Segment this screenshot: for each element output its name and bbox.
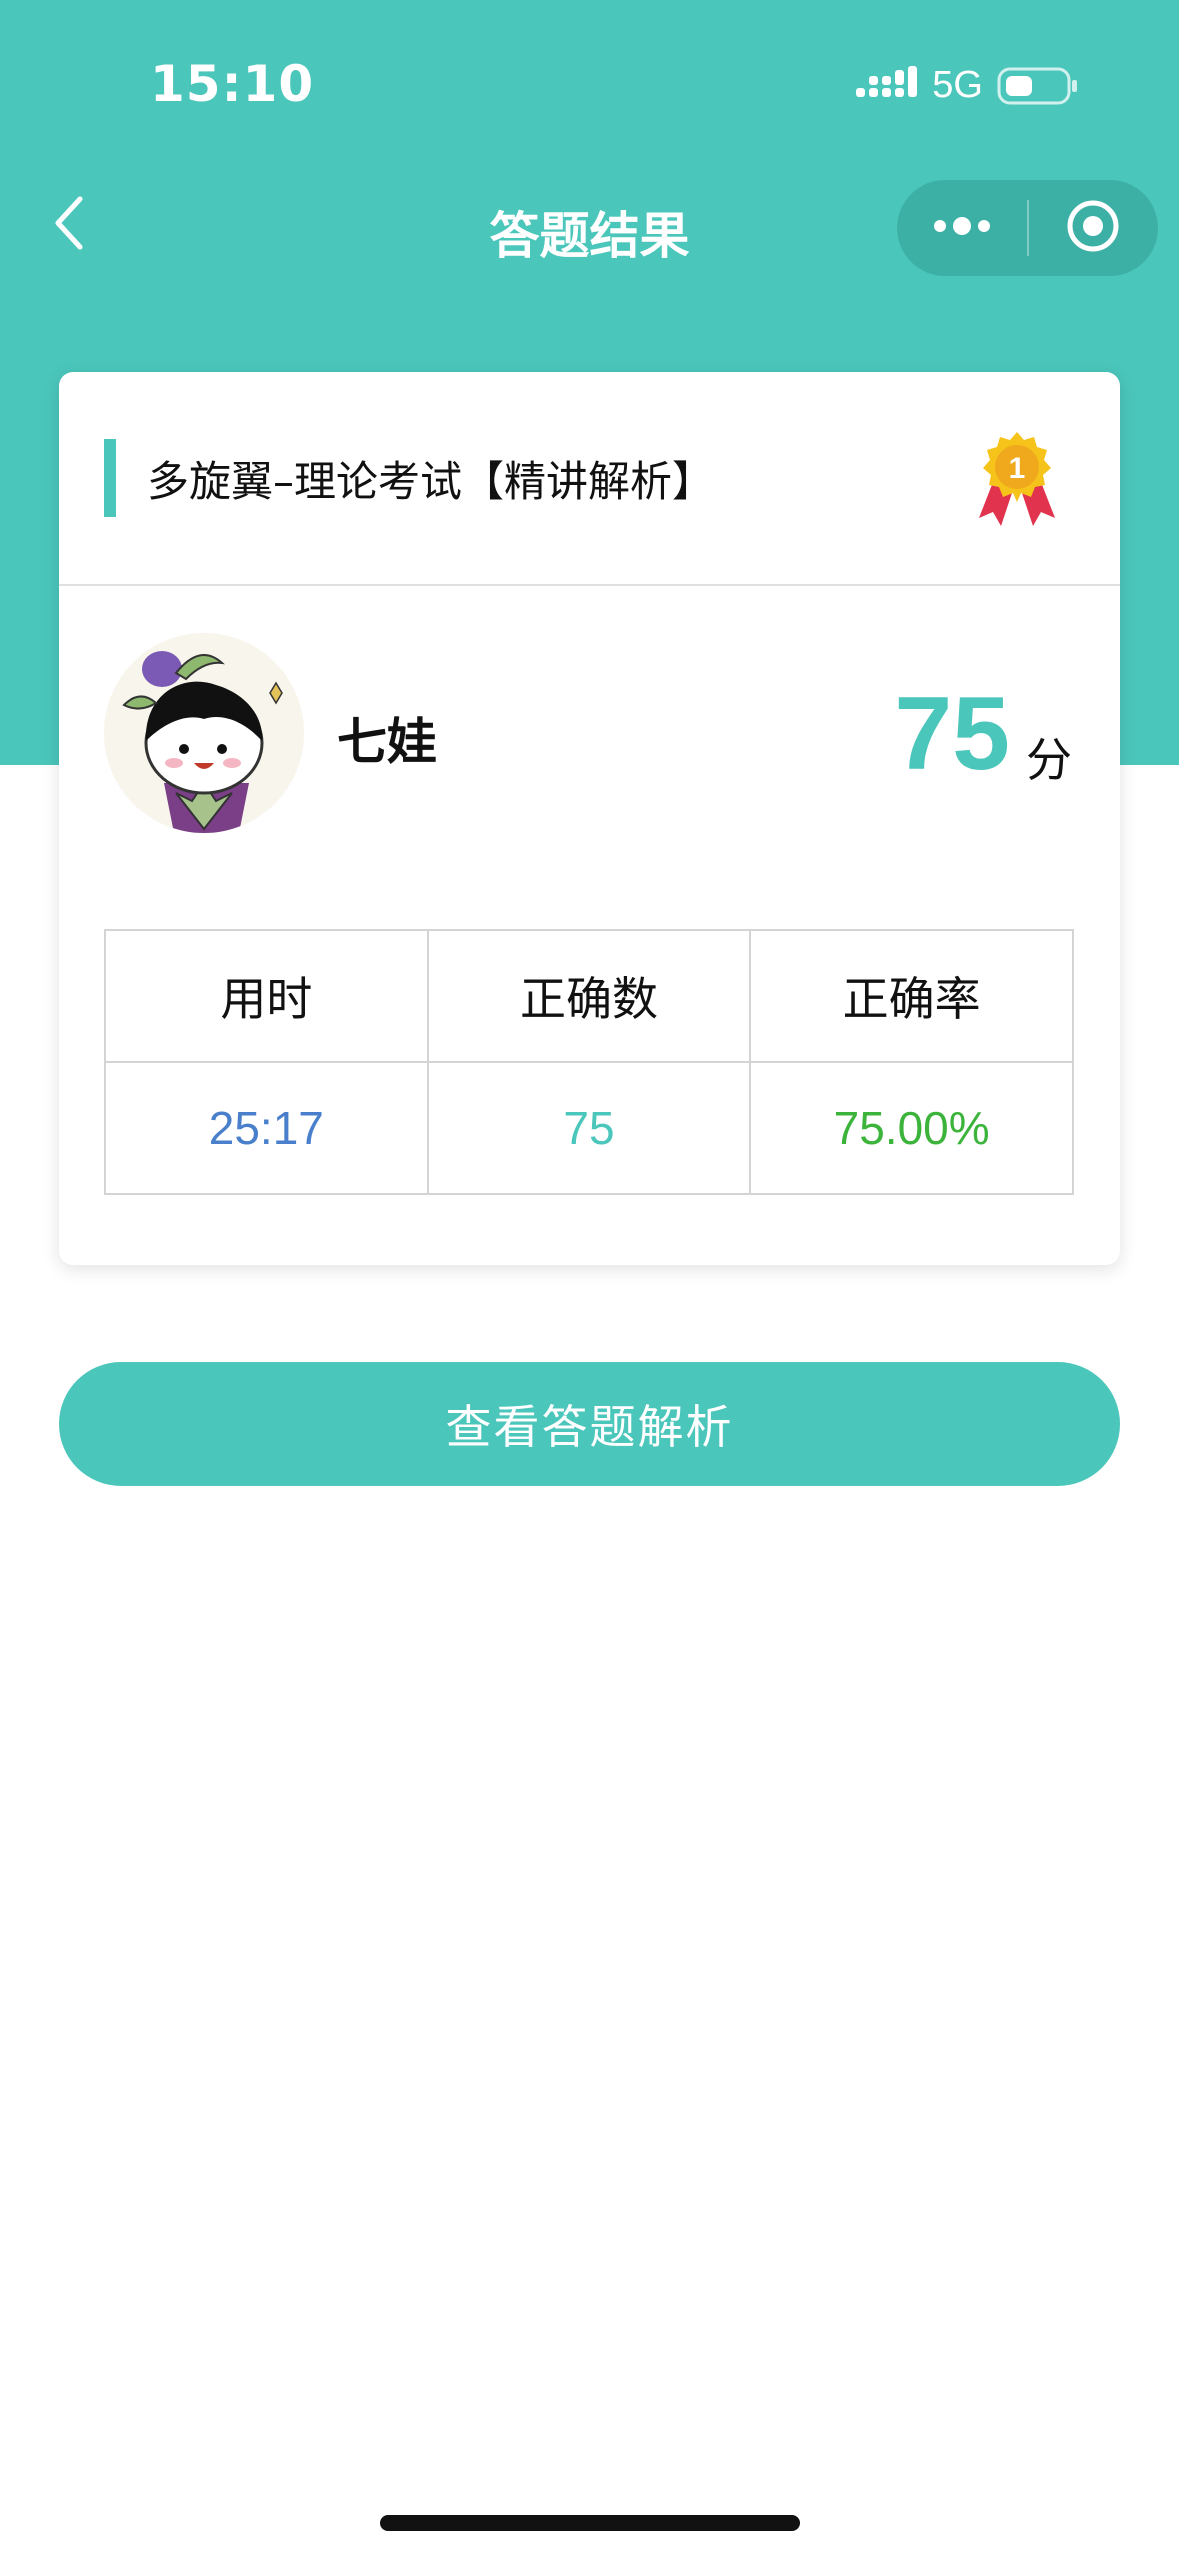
user-name: 七娃 <box>337 713 437 771</box>
exam-title: 多旋翼–理论考试【精讲解析】 <box>147 457 715 506</box>
title-accent-bar <box>104 439 116 517</box>
medal-icon: 1 <box>971 430 1063 530</box>
target-circle-icon <box>1065 198 1121 258</box>
stat-header-correct-rate: 正确率 <box>749 929 1074 1063</box>
stats-table: 用时 正确数 正确率 25:17 75 75.00% <box>104 929 1074 1195</box>
stats-header-row: 用时 正确数 正确率 <box>104 929 1074 1063</box>
avatar <box>104 633 304 833</box>
more-dots-icon <box>932 214 992 242</box>
more-button[interactable] <box>897 180 1027 276</box>
stat-value-correct-rate: 75.00% <box>749 1061 1074 1195</box>
home-indicator <box>380 2515 800 2531</box>
stat-header-time: 用时 <box>104 929 429 1063</box>
score-value: 75 <box>894 676 1010 792</box>
close-mini-program-button[interactable] <box>1029 180 1159 276</box>
status-time: 15:10 <box>150 55 315 113</box>
stat-header-correct-count: 正确数 <box>426 929 752 1063</box>
network-label: 5G <box>932 64 983 106</box>
stats-value-row: 25:17 75 75.00% <box>104 1061 1074 1195</box>
view-analysis-button[interactable]: 查看答题解析 <box>59 1362 1120 1486</box>
battery-icon <box>997 66 1079 106</box>
card-header: 多旋翼–理论考试【精讲解析】 1 <box>59 372 1120 586</box>
medal-rank-label: 1 <box>1009 452 1026 485</box>
mini-program-capsule <box>897 180 1158 276</box>
stat-value-time: 25:17 <box>104 1061 429 1195</box>
score-unit: 分 <box>1026 733 1072 787</box>
status-indicators: 5G <box>856 64 1079 107</box>
result-card: 多旋翼–理论考试【精讲解析】 1 七娃 75 分 用时 正确数 正确率 25:1… <box>59 372 1120 1265</box>
stat-value-correct-count: 75 <box>426 1061 752 1195</box>
signal-bars-icon <box>856 65 918 106</box>
